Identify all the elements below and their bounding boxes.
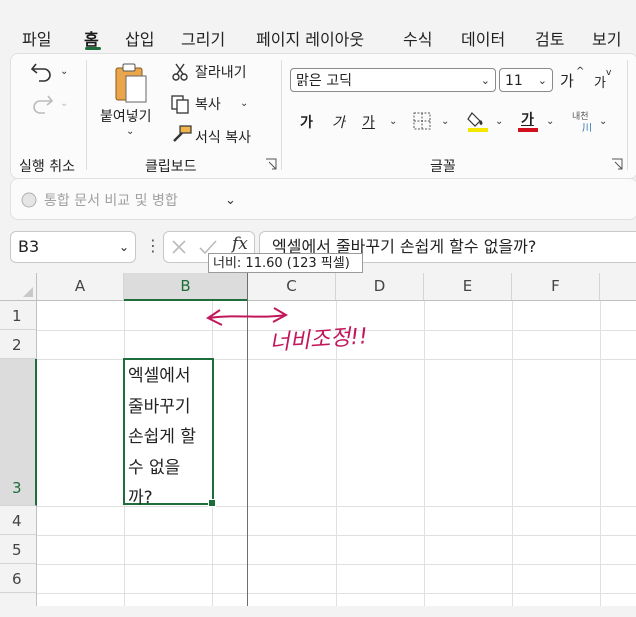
row-header-1[interactable]: 1 — [0, 301, 37, 330]
dialog-launcher-icon[interactable] — [265, 158, 277, 170]
underline-dropdown-icon[interactable]: ⌄ — [389, 116, 397, 127]
fill-color-icon[interactable] — [466, 109, 490, 133]
row-header-5[interactable]: 5 — [0, 535, 37, 564]
column-header-a[interactable]: A — [37, 273, 124, 301]
undo-dropdown-icon[interactable]: ⌄ — [60, 66, 68, 77]
cell-text-line: 까? — [128, 488, 153, 508]
row-header-6[interactable]: 6 — [0, 564, 37, 593]
copy-button[interactable]: 복사 — [195, 94, 221, 114]
phonetic-dropdown-icon[interactable]: ⌄ — [599, 116, 607, 127]
redo-dropdown-icon[interactable]: ⌄ — [60, 98, 68, 109]
column-header-d[interactable]: D — [336, 273, 424, 301]
column-header-g[interactable] — [600, 273, 636, 301]
font-color-button[interactable]: 가 — [521, 109, 534, 129]
gridline — [37, 564, 636, 565]
scissors-icon — [172, 63, 188, 81]
cell-text-line: 줄바꾸기 — [128, 396, 191, 417]
chevron-down-icon: ⌄ — [480, 74, 490, 87]
undo-group-label: 실행 취소 — [19, 159, 75, 175]
gridline — [424, 301, 425, 606]
paste-icon[interactable] — [112, 62, 150, 104]
shrink-font-arrow-icon: v — [606, 68, 612, 78]
column-header-f[interactable]: F — [512, 273, 600, 301]
font-size-select[interactable]: 11 ⌄ — [499, 68, 553, 92]
copy-dropdown-icon[interactable]: ⌄ — [240, 98, 248, 109]
row-header-2[interactable]: 2 — [0, 330, 37, 359]
tab-insert[interactable]: 삽입 — [125, 26, 154, 50]
row-header-4[interactable]: 4 — [0, 506, 37, 535]
grow-font-button[interactable]: 가 — [560, 70, 574, 91]
tab-review[interactable]: 검토 — [535, 26, 564, 50]
grow-font-arrow-icon: ^ — [576, 66, 585, 77]
cell-text-line: 수 없을 — [128, 457, 181, 478]
gridline — [512, 301, 513, 606]
tab-page-layout[interactable]: 페이지 레이아웃 — [256, 26, 364, 50]
paste-button-label[interactable]: 붙여넣기 — [100, 106, 152, 126]
cancel-icon[interactable] — [170, 238, 188, 256]
gridline — [37, 506, 636, 507]
dialog-launcher-icon[interactable] — [611, 158, 623, 170]
paste-dropdown-icon[interactable]: ⌄ — [126, 126, 134, 137]
chevron-down-icon: ⌄ — [537, 74, 547, 87]
ribbon-tabs: 파일 홈 삽입 그리기 페이지 레이아웃 수식 데이터 검토 보기 — [0, 0, 636, 52]
cell-text-line: 엑셀에서 — [128, 366, 191, 386]
font-name-select[interactable]: 맑은 고딕 ⌄ — [290, 68, 496, 92]
font-name-value: 맑은 고딕 — [296, 73, 352, 89]
font-color-swatch — [518, 128, 538, 132]
compare-merge-icon — [21, 192, 37, 208]
name-box[interactable]: B3 ⌄ — [10, 231, 136, 263]
font-color-dropdown-icon[interactable]: ⌄ — [546, 116, 554, 127]
border-icon[interactable] — [412, 111, 434, 131]
clipboard-group-label: 클립보드 — [145, 159, 197, 175]
gridline — [37, 593, 636, 594]
select-all-button[interactable] — [0, 273, 37, 301]
gridline — [37, 535, 636, 536]
resize-arrow-annotation: 너비조정!! — [206, 307, 369, 356]
italic-button[interactable]: 가 — [332, 112, 345, 132]
annotation-text: 너비조정!! — [269, 324, 369, 356]
ribbon-divider — [86, 60, 87, 170]
cell-text-line: 손쉽게 할 — [128, 427, 196, 447]
undo-icon[interactable] — [30, 60, 54, 82]
active-tab-indicator — [85, 47, 101, 50]
tab-formulas[interactable]: 수식 — [403, 26, 432, 50]
gridline — [600, 301, 601, 606]
bold-button[interactable]: 가 — [300, 112, 313, 132]
collab-dropdown-icon[interactable]: ⌄ — [225, 193, 236, 208]
shrink-font-button[interactable]: 가 — [594, 72, 606, 91]
tab-file[interactable]: 파일 — [22, 26, 51, 50]
copy-icon — [171, 95, 189, 114]
ribbon-divider — [281, 60, 282, 170]
tab-view[interactable]: 보기 — [592, 26, 621, 50]
underline-button[interactable]: 가 — [362, 112, 375, 132]
phonetic-icon: 川 — [582, 123, 592, 134]
more-options-icon[interactable]: ⋮ — [145, 236, 161, 255]
cut-button[interactable]: 잘라내기 — [195, 62, 247, 82]
font-group-label: 글꼴 — [430, 159, 456, 175]
format-painter-button[interactable]: 서식 복사 — [195, 127, 251, 147]
border-dropdown-icon[interactable]: ⌄ — [441, 116, 449, 127]
tab-draw[interactable]: 그리기 — [181, 26, 225, 50]
redo-icon[interactable] — [30, 92, 54, 114]
format-painter-icon — [173, 125, 192, 142]
insert-function-button[interactable]: fx — [232, 234, 248, 254]
name-box-value: B3 — [18, 237, 40, 256]
compare-merge-button[interactable]: 통합 문서 비교 및 병합 — [44, 190, 178, 210]
font-size-value: 11 — [505, 73, 523, 89]
chevron-down-icon: ⌄ — [118, 240, 129, 254]
cell-b3-text: 엑셀에서 줄바꾸기 손쉽게 할 수 없을 까? — [128, 361, 212, 514]
fill-color-dropdown-icon[interactable]: ⌄ — [495, 116, 503, 127]
row-header-7[interactable] — [0, 593, 37, 606]
select-all-triangle-icon — [23, 287, 33, 297]
column-width-tooltip: 너비: 11.60 (123 픽셀) — [208, 253, 363, 273]
ribbon-divider — [627, 60, 628, 170]
column-header-b[interactable]: B — [124, 273, 248, 301]
column-header-e[interactable]: E — [424, 273, 512, 301]
tab-data[interactable]: 데이터 — [461, 26, 505, 50]
column-header-c[interactable]: C — [248, 273, 336, 301]
row-header-3[interactable]: 3 — [0, 359, 37, 506]
